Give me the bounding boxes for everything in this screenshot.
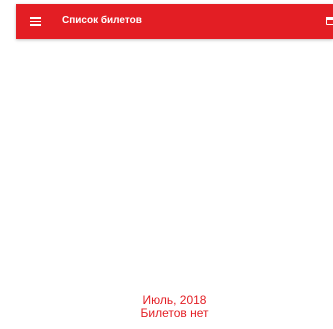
empty-state: Июль, 2018 Билетов нет	[16, 294, 333, 320]
calendar-icon[interactable]	[326, 15, 333, 26]
app-bar: Список билетов	[16, 4, 333, 39]
page-title: Список билетов	[62, 15, 142, 26]
hamburger-menu-icon[interactable]	[30, 17, 41, 26]
empty-message: Билетов нет	[140, 306, 209, 320]
tickets-screen: Список билетов Июль, 2018 Билетов нет	[0, 0, 333, 329]
